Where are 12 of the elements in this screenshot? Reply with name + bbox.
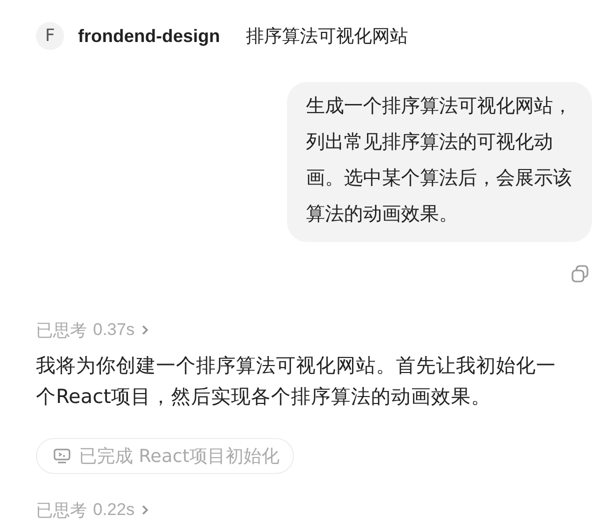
chat-title: 排序算法可视化网站: [246, 25, 408, 48]
chevron-icon: [140, 324, 149, 336]
user-message: 生成一个排序算法可视化网站，列出常见排序算法的可视化动画。选中某个算法后，会展示该算法的动画效果。: [287, 82, 592, 242]
thought-toggle[interactable]: 已思考 0.37s: [36, 318, 592, 342]
copy-icon[interactable]: [570, 264, 590, 284]
chevron-icon: [140, 504, 149, 516]
task-chip[interactable]: 已完成 React项目初始化: [36, 438, 294, 474]
thought-toggle[interactable]: 已思考 0.22s: [36, 498, 592, 522]
assistant-message: 我将为你创建一个排序算法可视化网站。首先让我初始化一个React项目，然后实现各个排序算法的动画效果。: [36, 353, 557, 410]
agent-avatar: F: [36, 22, 64, 50]
terminal-icon: [53, 448, 71, 464]
agent-name: frondend-design: [78, 26, 220, 46]
